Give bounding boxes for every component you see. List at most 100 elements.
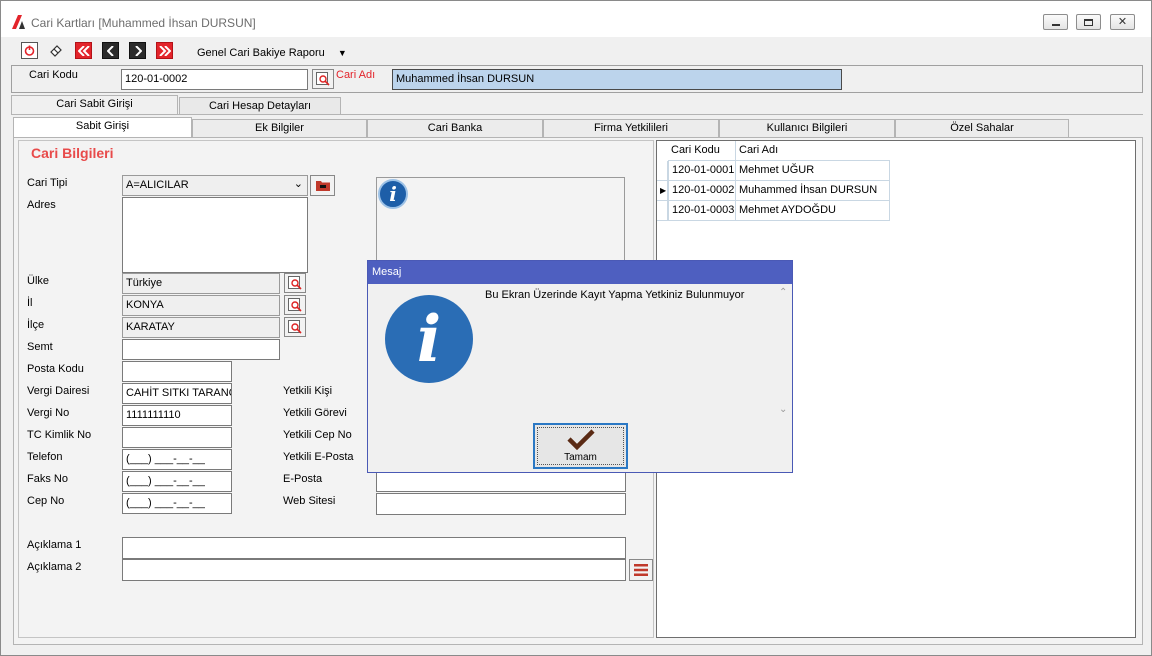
ilce-field[interactable]: KARATAY [122,317,280,338]
power-icon [24,45,35,56]
dialog-message: Bu Ekran Üzerinde Kayıt Yapma Yetkiniz B… [485,289,745,301]
toolbar: Genel Cari Bakiye Raporu ▼ [7,39,1143,66]
ok-button-focus [537,427,624,465]
tab-cari-hesap-detaylari[interactable]: Cari Hesap Detayları [179,97,341,115]
il-label: İl [27,297,33,309]
minimize-button[interactable] [1043,14,1068,30]
ulke-field[interactable]: Türkiye [122,273,280,294]
outer-tab-line [11,114,1143,115]
tab-kullanici-bilgileri[interactable]: Kullanıcı Bilgileri [719,119,895,137]
table-row-name[interactable]: Muhammed İhsan DURSUN [736,181,890,201]
minimize-icon [1051,23,1060,26]
menu-icon [634,564,648,576]
ilce-lookup-button[interactable] [284,317,306,337]
grid-header-name[interactable]: Cari Adı [736,141,890,161]
scroll-down-icon[interactable]: ⌄ [779,404,787,415]
table-row-name[interactable]: Mehmet UĞUR [736,161,890,181]
telefon-label: Telefon [27,451,63,463]
adres-label: Adres [27,199,56,211]
aciklama2-label: Açıklama 2 [27,561,82,573]
semt-label: Semt [27,341,53,353]
web-sitesi-field[interactable] [376,493,626,515]
dialog-title[interactable]: Mesaj [368,261,792,284]
aciklama1-field[interactable] [122,537,626,559]
title-bar[interactable]: Cari Kartları [Muhammed İhsan DURSUN] ✕ [1,1,1151,37]
double-left-icon [77,45,90,56]
chevron-down-icon: ⌄ [293,178,303,190]
web-sitesi-label: Web Sitesi [283,495,336,507]
first-record-button[interactable] [75,42,92,59]
tab-cari-banka[interactable]: Cari Banka [367,119,543,137]
close-icon: ✕ [1117,15,1128,28]
menu-button[interactable] [629,559,653,581]
yetkili-cep-label: Yetkili Cep No [283,429,352,441]
posta-kodu-field[interactable] [122,361,232,382]
cari-tipi-value: A=ALICILAR [126,179,189,191]
eraser-button[interactable] [47,42,64,59]
tc-kimlik-label: TC Kimlik No [27,429,92,441]
yetkili-eposta-label: Yetkili E-Posta [283,451,354,463]
ulke-lookup-button[interactable] [284,273,306,293]
aciklama2-field[interactable] [122,559,626,581]
yetkili-gorevi-label: Yetkili Görevi [283,407,347,419]
cari-adi-label: Cari Adı [336,69,376,81]
tab-ek-bilgiler[interactable]: Ek Bilgiler [192,119,367,137]
il-field[interactable]: KONYA [122,295,280,316]
cep-field[interactable]: (___) ___-__-__ [122,493,232,514]
table-row-code[interactable]: 120-01-0003 [668,201,736,221]
adres-textarea[interactable] [122,197,308,273]
next-record-button[interactable] [129,42,146,59]
search-icon [288,320,302,334]
table-row-code[interactable]: 120-01-0001 [668,161,736,181]
eposta-field[interactable] [376,471,626,492]
faks-field[interactable]: (___) ___-__-__ [122,471,232,492]
vergi-no-label: Vergi No [27,407,70,419]
eposta-label: E-Posta [283,473,323,485]
grid-row-indicator [657,161,668,181]
cari-tipi-folder-button[interactable] [310,175,335,196]
eraser-icon [49,44,62,57]
chevron-right-icon [134,45,142,56]
table-row-name[interactable]: Mehmet AYDOĞDU [736,201,890,221]
semt-field[interactable] [122,339,280,360]
vergi-no-field[interactable]: 1111111110 [122,405,232,426]
search-icon [316,72,330,86]
cari-kodu-field[interactable]: 120-01-0002 [121,69,308,90]
close-button[interactable]: ✕ [1110,14,1135,30]
maximize-icon [1084,18,1093,26]
dialog-info-icon: i [385,295,473,383]
tab-sabit-girisi[interactable]: Sabit Girişi [13,117,192,138]
window-title: Cari Kartları [Muhammed İhsan DURSUN] [31,16,256,30]
telefon-field[interactable]: (___) ___-__-__ [122,449,232,470]
info-icon: i [378,179,408,209]
power-button[interactable] [21,42,38,59]
cari-tipi-select[interactable]: A=ALICILAR ⌄ [122,175,308,196]
report-menu[interactable]: Genel Cari Bakiye Raporu ▼ [197,47,347,59]
tc-kimlik-field[interactable] [122,427,232,448]
search-icon [288,276,302,290]
cari-kodu-lookup-button[interactable] [312,69,334,89]
section-title: Cari Bilgileri [31,145,114,161]
previous-record-button[interactable] [102,42,119,59]
vergi-dairesi-field[interactable]: CAHİT SITKI TARANCI [122,383,232,404]
tab-firma-yetkilileri[interactable]: Firma Yetkilileri [543,119,719,137]
grid-row-indicator [657,201,668,221]
row-pointer-icon: ▶ [660,186,667,195]
faks-label: Faks No [27,473,68,485]
tab-ozel-sahalar[interactable]: Özel Sahalar [895,119,1069,137]
scroll-up-icon[interactable]: ⌃ [779,287,787,298]
table-row-code[interactable]: 120-01-0002 [668,181,736,201]
posta-kodu-label: Posta Kodu [27,363,84,375]
il-lookup-button[interactable] [284,295,306,315]
folder-icon [315,181,330,191]
grid-header-code[interactable]: Cari Kodu [668,141,736,161]
caret-down-icon: ▼ [337,48,347,58]
maximize-button[interactable] [1076,14,1101,30]
cari-adi-field[interactable]: Muhammed İhsan DURSUN [392,69,842,90]
dialog-scrollbar[interactable]: ⌃ ⌄ [776,285,791,417]
app-logo-icon [12,15,28,29]
tab-cari-sabit-girisi[interactable]: Cari Sabit Girişi [11,95,178,115]
cari-kodu-label: Cari Kodu [29,69,78,81]
ok-button[interactable]: Tamam [533,423,628,469]
last-record-button[interactable] [156,42,173,59]
